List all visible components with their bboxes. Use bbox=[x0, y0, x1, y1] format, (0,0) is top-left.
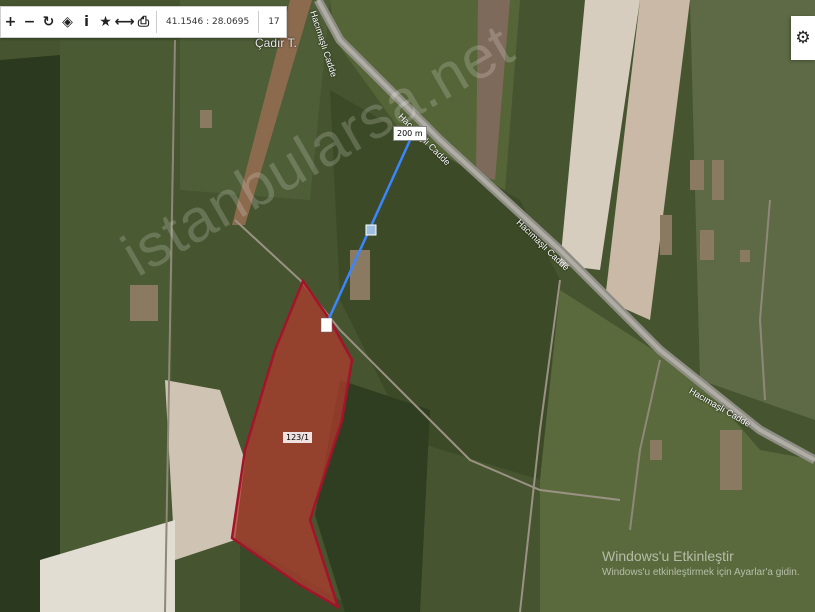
measure-start-handle bbox=[320, 317, 333, 333]
measure-icon[interactable]: ⟷ bbox=[114, 7, 134, 37]
info-icon[interactable]: i bbox=[77, 7, 96, 37]
coordinates-readout: 41.1546 : 28.0695 bbox=[166, 17, 250, 27]
map-toolbar: + − ↻ ◈ i ★ ⟷ ⎙ 41.1546 : 28.0695 17 bbox=[0, 6, 287, 38]
toolbar-divider bbox=[156, 11, 157, 33]
measure-distance-label: 200 m bbox=[393, 126, 427, 141]
toolbar-divider bbox=[258, 11, 260, 33]
zoom-level: 17 bbox=[268, 17, 280, 27]
minus-icon[interactable]: − bbox=[20, 7, 39, 37]
print-icon[interactable]: ⎙ bbox=[134, 7, 153, 37]
windows-activation-subtitle: Windows'u etkinleştirmek için Ayarlar'a … bbox=[602, 567, 800, 578]
gear-icon[interactable]: ⚙ bbox=[791, 16, 815, 60]
windows-activation-title: Windows'u Etkinleştir bbox=[602, 548, 734, 564]
windows-activation-notice: Windows'u Etkinleştir Windows'u etkinleş… bbox=[602, 548, 800, 578]
measure-midpoint-handle bbox=[365, 224, 377, 236]
place-label: Çadır T. bbox=[255, 36, 297, 50]
star-icon[interactable]: ★ bbox=[96, 7, 115, 37]
parcel-number-label: 123/1 bbox=[283, 432, 313, 443]
plus-icon[interactable]: + bbox=[1, 7, 20, 37]
locate-icon[interactable]: ◈ bbox=[58, 7, 77, 37]
refresh-icon[interactable]: ↻ bbox=[39, 7, 58, 37]
